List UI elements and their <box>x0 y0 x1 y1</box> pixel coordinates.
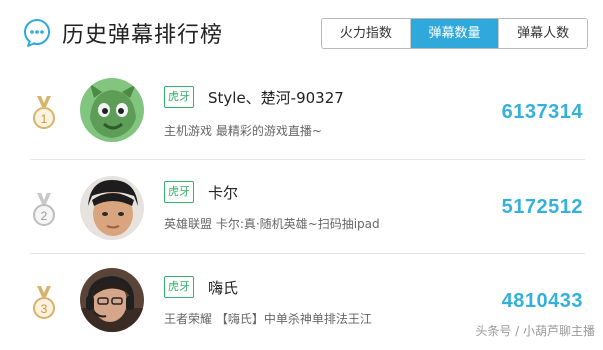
platform-badge: 虎牙 <box>164 181 194 203</box>
medal-icon: 3 <box>33 286 55 319</box>
streamer-name[interactable]: 卡尔 <box>208 182 238 203</box>
header: 历史弹幕排行榜 火力指数 弹幕数量 弹幕人数 <box>0 0 603 66</box>
medal-rank: 1 <box>41 112 48 126</box>
stream-description: 王者荣耀 【嗨氏】中单杀神单排法王江 <box>164 312 372 326</box>
medal-rank: 3 <box>41 302 48 316</box>
streamer-name[interactable]: Style、楚河-90327 <box>208 87 344 108</box>
medal-icon: 1 <box>33 96 55 129</box>
page-title: 历史弹幕排行榜 <box>62 23 224 48</box>
avatar[interactable] <box>80 268 144 332</box>
tab-firepower-index[interactable]: 火力指数 <box>322 19 411 48</box>
stream-description: 主机游戏 最精彩的游戏直播~ <box>164 124 322 138</box>
ranking-row[interactable]: 2 虎牙 卡尔 英雄联盟 卡尔:真·随机英雄~扫码抽ipad 5172512 <box>0 160 603 256</box>
avatar[interactable] <box>80 176 144 240</box>
platform-badge: 虎牙 <box>164 276 194 298</box>
medal-rank: 2 <box>41 209 48 223</box>
tab-danmaku-users[interactable]: 弹幕人数 <box>499 19 587 48</box>
streamer-name[interactable]: 嗨氏 <box>208 277 238 298</box>
medal-icon: 2 <box>33 193 55 226</box>
stream-description: 英雄联盟 卡尔:真·随机英雄~扫码抽ipad <box>164 217 380 231</box>
platform-badge: 虎牙 <box>164 86 194 108</box>
danmaku-count: 5172512 <box>501 196 583 218</box>
danmaku-count: 6137314 <box>501 101 583 123</box>
tab-danmaku-count[interactable]: 弹幕数量 <box>410 19 500 48</box>
danmaku-count: 4810433 <box>501 290 583 312</box>
avatar[interactable] <box>80 78 144 142</box>
ranking-row[interactable]: 1 虎牙 Style、楚河-90327 主机游戏 最精彩的游戏直播~ 61373… <box>0 66 603 162</box>
watermark: 头条号 / 小葫芦聊主播 <box>475 324 595 338</box>
ranking-tabs: 火力指数 弹幕数量 弹幕人数 <box>321 18 588 49</box>
chat-bubble-icon <box>24 19 50 47</box>
